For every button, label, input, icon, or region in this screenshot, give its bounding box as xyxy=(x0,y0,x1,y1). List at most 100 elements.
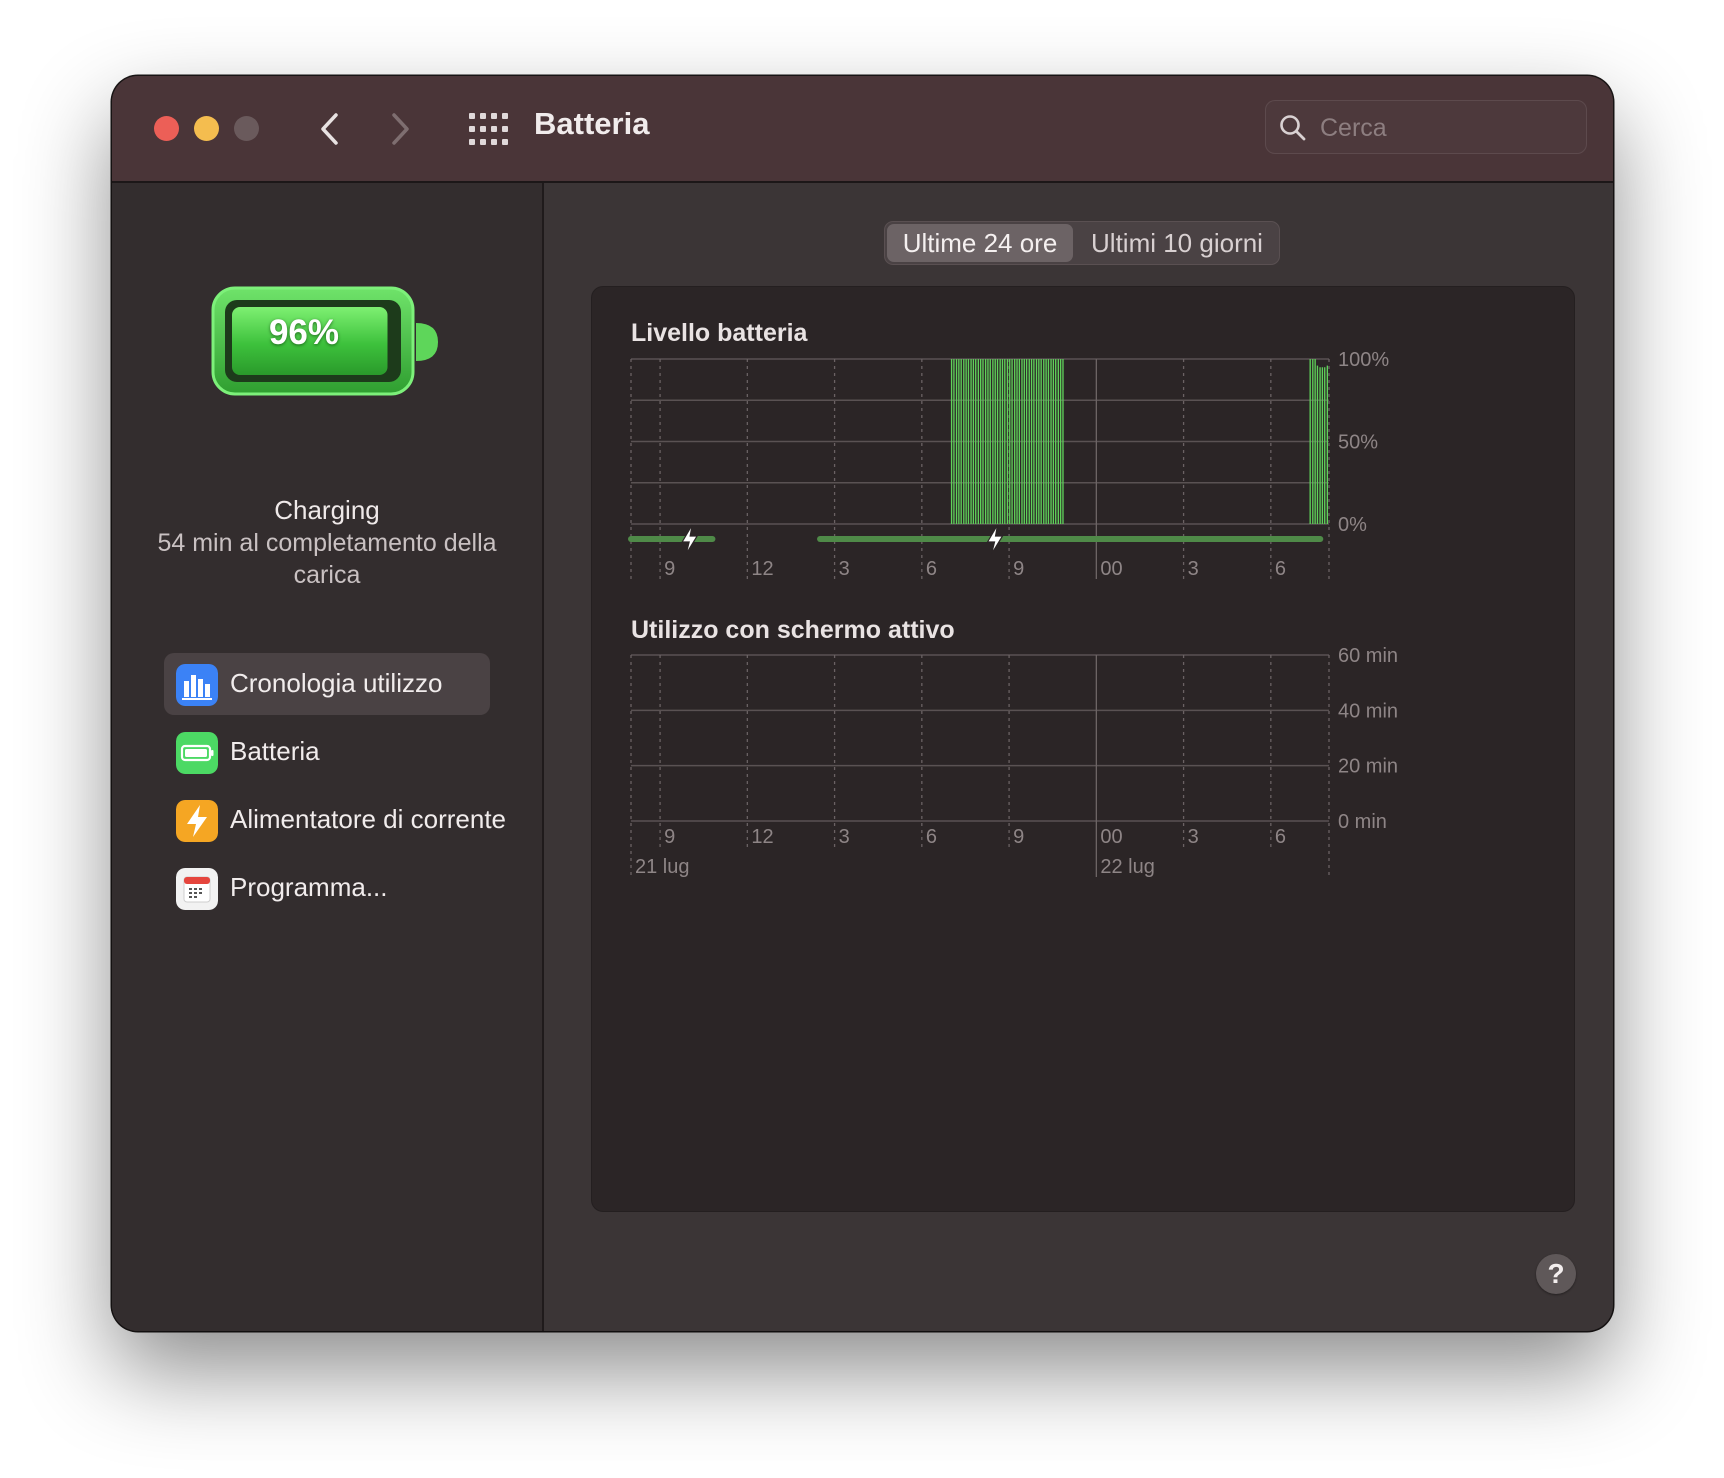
battery-level-bar xyxy=(1023,359,1025,524)
back-button[interactable] xyxy=(310,106,350,152)
battery-level-bar xyxy=(1018,359,1021,524)
battery-level-bar xyxy=(1059,359,1062,524)
battery-level-bar xyxy=(1001,359,1004,524)
show-all-button[interactable] xyxy=(467,109,509,149)
usage-history-panel: Livello batteria 100% 50% 0% 9 12 3 6 9 00 3 6 Utili… xyxy=(591,286,1575,1212)
y-tick-label: 20 min xyxy=(1338,756,1398,778)
sidebar-item-schedule[interactable]: Programma... xyxy=(164,857,490,919)
battery-level-bar xyxy=(1047,359,1050,524)
lightning-icon xyxy=(986,524,1004,555)
x-tick-label: 3 xyxy=(839,826,850,848)
battery-level-bar xyxy=(1016,359,1018,524)
battery-level-bar xyxy=(965,359,967,524)
battery-level-bar xyxy=(1004,359,1006,524)
battery-level-bar xyxy=(960,359,962,524)
x-tick-label: 3 xyxy=(839,558,850,580)
sidebar-item-label: Programma... xyxy=(230,872,388,902)
battery-level-bar xyxy=(1314,359,1316,524)
battery-icon xyxy=(176,732,218,774)
bar-chart-icon xyxy=(176,664,218,706)
y-tick-label: 60 min xyxy=(1338,645,1398,667)
battery-level-bar xyxy=(984,359,987,524)
battery-level-bar xyxy=(1011,359,1013,524)
battery-level-bar xyxy=(1321,367,1324,524)
battery-level-bar xyxy=(996,359,999,524)
sidebar-item-power-adapter[interactable]: Alimentatore di corrente xyxy=(164,789,506,851)
sidebar-item-usage-history[interactable]: Cronologia utilizzo xyxy=(164,653,490,715)
charging-status: Charging xyxy=(274,495,380,525)
battery-level-bar xyxy=(1050,359,1052,524)
y-tick-label: 0% xyxy=(1338,514,1367,536)
battery-percentage: 96% xyxy=(268,313,340,352)
battery-level-bar xyxy=(1033,359,1035,524)
grid-icon xyxy=(469,113,508,145)
chevron-right-icon xyxy=(392,113,409,145)
search-input[interactable] xyxy=(1318,109,1572,147)
search-field[interactable] xyxy=(1265,100,1587,154)
battery-level-bar xyxy=(1326,365,1329,524)
sidebar: 96% Charging 54 min al completamento del… xyxy=(112,183,544,1331)
battery-level-bar xyxy=(1038,359,1040,524)
title-bar: Batteria xyxy=(112,76,1613,183)
y-tick-label: 100% xyxy=(1338,349,1389,371)
battery-level-bar xyxy=(987,359,989,524)
x-tick-label: 00 xyxy=(1100,558,1122,580)
x-tick-label: 6 xyxy=(926,558,937,580)
battery-level-bar xyxy=(963,359,965,524)
lightning-icon xyxy=(681,524,699,555)
zoom-button[interactable] xyxy=(234,116,259,141)
battery-level-bar xyxy=(999,359,1001,524)
sidebar-item-battery[interactable]: Batteria xyxy=(164,721,490,783)
tab-last-10-days[interactable]: Ultimi 10 giorni xyxy=(1075,224,1279,262)
battery-level-bar xyxy=(950,359,953,524)
battery-level-bar xyxy=(1035,359,1038,524)
battery-level-bar xyxy=(977,359,980,524)
minimize-button[interactable] xyxy=(194,116,219,141)
battery-level-bar xyxy=(1324,367,1326,524)
battery-level-bar xyxy=(1045,359,1047,524)
battery-level-bar xyxy=(975,359,977,524)
battery-level-bar xyxy=(989,359,991,524)
sidebar-item-label: Cronologia utilizzo xyxy=(230,668,443,698)
time-to-full: 54 min al completamento della carica xyxy=(157,529,497,589)
x-tick-label: 9 xyxy=(1013,826,1024,848)
help-button[interactable]: ? xyxy=(1536,1254,1576,1294)
battery-level-bar xyxy=(1055,359,1057,524)
x-tick-label: 6 xyxy=(1275,826,1286,848)
y-tick-label: 40 min xyxy=(1338,700,1398,722)
x-tick-label: 9 xyxy=(664,826,675,848)
battery-level-bar xyxy=(955,359,958,524)
battery-level-bar xyxy=(1319,367,1321,524)
forward-button[interactable] xyxy=(380,106,420,152)
battery-level-bar xyxy=(1040,359,1042,524)
usage-charts: Livello batteria 100% 50% 0% 9 12 3 6 9 00 3 6 Utili… xyxy=(628,319,1398,878)
battery-level-bar xyxy=(1009,359,1011,524)
battery-level-bar xyxy=(982,359,984,524)
x-tick-label: 00 xyxy=(1100,826,1122,848)
battery-level-bar xyxy=(970,359,972,524)
x-tick-label: 3 xyxy=(1188,558,1199,580)
sidebar-item-label: Alimentatore di corrente xyxy=(230,804,507,834)
battery-level-bar xyxy=(994,359,996,524)
x-tick-label: 12 xyxy=(751,558,773,580)
battery-level-bar xyxy=(1062,359,1064,524)
battery-level-bar xyxy=(1052,359,1055,524)
battery-level-title: Livello batteria xyxy=(631,319,809,347)
battery-level-bar xyxy=(967,359,970,524)
battery-level-bar xyxy=(1006,359,1009,524)
battery-level-bar xyxy=(1043,359,1045,524)
battery-level-bar xyxy=(980,359,982,524)
x-tick-label: 9 xyxy=(664,558,675,580)
calendar-icon xyxy=(176,868,218,910)
close-button[interactable] xyxy=(154,116,179,141)
lightning-icon xyxy=(176,800,218,842)
screen-usage-title: Utilizzo con schermo attivo xyxy=(631,616,955,644)
x-tick-label: 9 xyxy=(1013,558,1024,580)
battery-level-bar xyxy=(972,359,975,524)
window-title: Batteria xyxy=(534,106,650,141)
tab-last-24-hours[interactable]: Ultime 24 ore xyxy=(887,224,1073,262)
battery-settings-window: Batteria Cerca 96% Charging 54 min al co… xyxy=(112,76,1613,1331)
chevron-left-icon xyxy=(321,113,338,145)
y-tick-label: 50% xyxy=(1338,432,1378,454)
x-tick-label: 6 xyxy=(926,826,937,848)
